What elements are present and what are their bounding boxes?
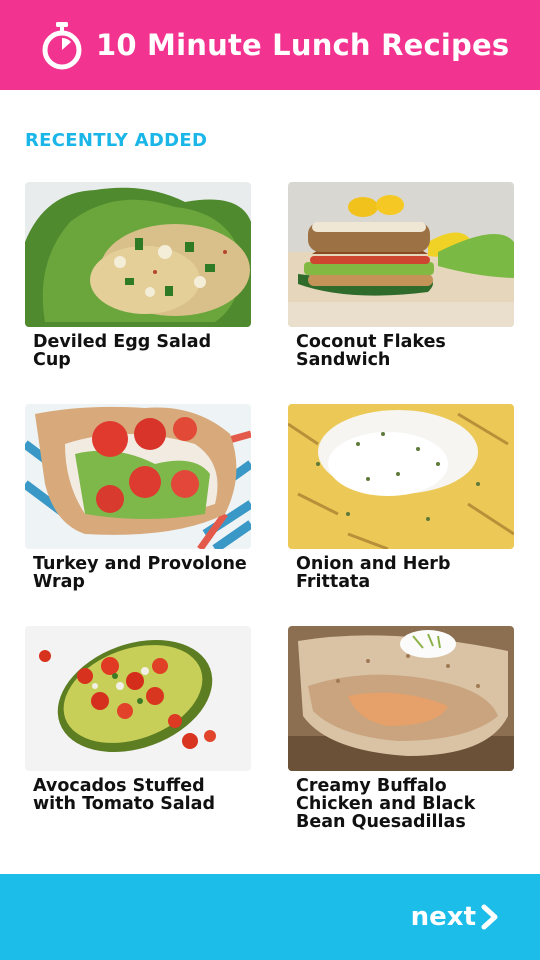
- recipe-title: Coconut Flakes Sandwich: [296, 332, 446, 370]
- next-button[interactable]: next: [411, 902, 500, 932]
- stuffed-avocado-photo: [25, 626, 251, 771]
- next-label: next: [410, 902, 476, 932]
- frittata-photo: [288, 404, 514, 549]
- recipe-title: Avocados Stuffed with Tomato Salad: [33, 776, 215, 814]
- recipe-card[interactable]: Avocados Stuffed with Tomato Salad: [25, 626, 251, 848]
- recipe-card[interactable]: Creamy Buffalo Chicken and Black Bean Qu…: [288, 626, 514, 848]
- app-title: 10 Minute Lunch Recipes: [96, 28, 510, 62]
- footer-bar: next: [0, 874, 540, 960]
- egg-salad-lettuce-photo: [25, 182, 251, 327]
- recipe-title: Onion and Herb Frittata: [296, 554, 451, 592]
- recipe-title: Turkey and Provolone Wrap: [33, 554, 247, 592]
- recipe-grid: Deviled Egg Salad Cup Coconut Flakes San…: [25, 182, 515, 848]
- recipe-card[interactable]: Onion and Herb Frittata: [288, 404, 514, 626]
- quesadilla-photo: [288, 626, 514, 771]
- stopwatch-icon: [42, 22, 82, 70]
- turkey-wrap-photo: [25, 404, 251, 549]
- app-header: 10 Minute Lunch Recipes: [0, 0, 540, 90]
- chevron-right-icon: [481, 904, 498, 930]
- recipe-title: Deviled Egg Salad Cup: [33, 332, 212, 370]
- recipe-title: Creamy Buffalo Chicken and Black Bean Qu…: [296, 776, 476, 832]
- recipe-card[interactable]: Turkey and Provolone Wrap: [25, 404, 251, 626]
- sandwich-photo: [288, 182, 514, 327]
- recipe-card[interactable]: Coconut Flakes Sandwich: [288, 182, 514, 404]
- recipe-card[interactable]: Deviled Egg Salad Cup: [25, 182, 251, 404]
- section-title: RECENTLY ADDED: [25, 130, 208, 151]
